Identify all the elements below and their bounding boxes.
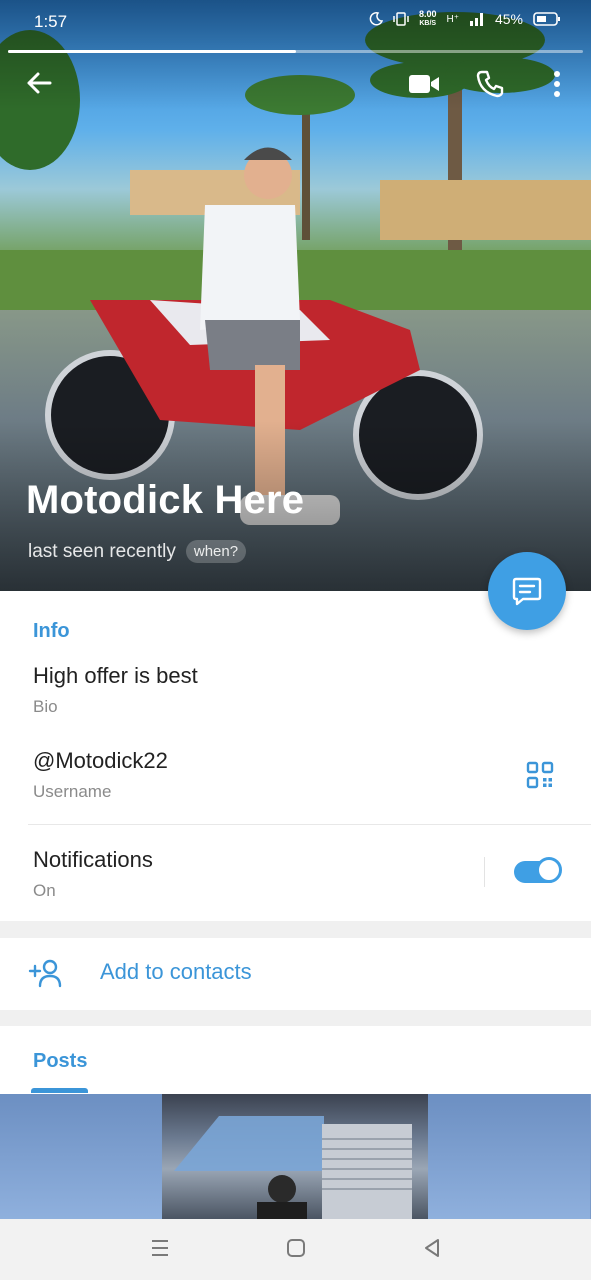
last-seen-text: last seen recently	[28, 540, 176, 562]
notifications-label: Notifications	[33, 847, 153, 872]
signal-icon	[469, 13, 483, 26]
add-to-contacts-label: Add to contacts	[100, 959, 252, 984]
battery-icon	[533, 12, 560, 26]
bio-label: Bio	[33, 697, 58, 716]
system-nav-bar	[0, 1219, 591, 1280]
post-scene	[257, 1124, 412, 1219]
post-thumbnail[interactable]	[0, 1094, 591, 1219]
more-vertical-icon[interactable]	[550, 70, 564, 98]
status-time: 1:57	[34, 12, 68, 31]
recent-apps-icon[interactable]	[150, 1237, 170, 1259]
message-button[interactable]	[488, 552, 566, 630]
add-to-contacts-row[interactable]: Add to contacts	[0, 938, 591, 1010]
tab-posts[interactable]: Posts	[33, 1050, 87, 1073]
back-arrow-icon[interactable]	[24, 68, 54, 98]
profile-name: Motodick Here	[26, 478, 305, 522]
posts-tabs: Posts	[0, 1026, 591, 1094]
notifications-toggle[interactable]	[514, 857, 562, 883]
story-progress	[8, 50, 583, 53]
when-button[interactable]: when?	[185, 540, 247, 563]
info-title: Info	[33, 620, 70, 642]
divider	[28, 824, 591, 825]
story-progress-fill	[8, 50, 296, 53]
last-seen: last seen recently when?	[28, 540, 247, 563]
qr-code-icon[interactable]	[526, 761, 554, 789]
message-icon	[512, 577, 542, 606]
status-bar: 1:57 8.00 KB/S H⁺ 45%	[0, 0, 591, 44]
toggle-separator	[484, 857, 485, 887]
info-section: Info High offer is best Bio @Motodick22 …	[0, 591, 591, 921]
home-icon[interactable]	[286, 1237, 306, 1259]
bio-value: High offer is best	[33, 663, 198, 688]
moon-icon	[369, 12, 383, 26]
video-call-icon[interactable]	[408, 72, 440, 96]
phone-icon[interactable]	[476, 70, 504, 98]
notifications-state: On	[33, 881, 56, 900]
battery-percent: 45%	[494, 11, 523, 27]
post-image	[162, 1094, 428, 1219]
back-icon[interactable]	[422, 1237, 442, 1259]
add-user-icon	[28, 959, 62, 988]
post-blur-left	[0, 1094, 162, 1219]
username-value: @Motodick22	[33, 748, 168, 773]
vibrate-icon	[393, 12, 409, 26]
toggle-knob	[536, 857, 562, 883]
status-icons: 8.00 KB/S H⁺ 45%	[369, 10, 561, 28]
post-blur-right	[428, 1094, 590, 1219]
signal-type: H⁺	[446, 13, 459, 25]
tab-indicator	[31, 1088, 88, 1093]
username-label: Username	[33, 782, 112, 801]
net-speed: 8.00 KB/S	[418, 9, 437, 28]
